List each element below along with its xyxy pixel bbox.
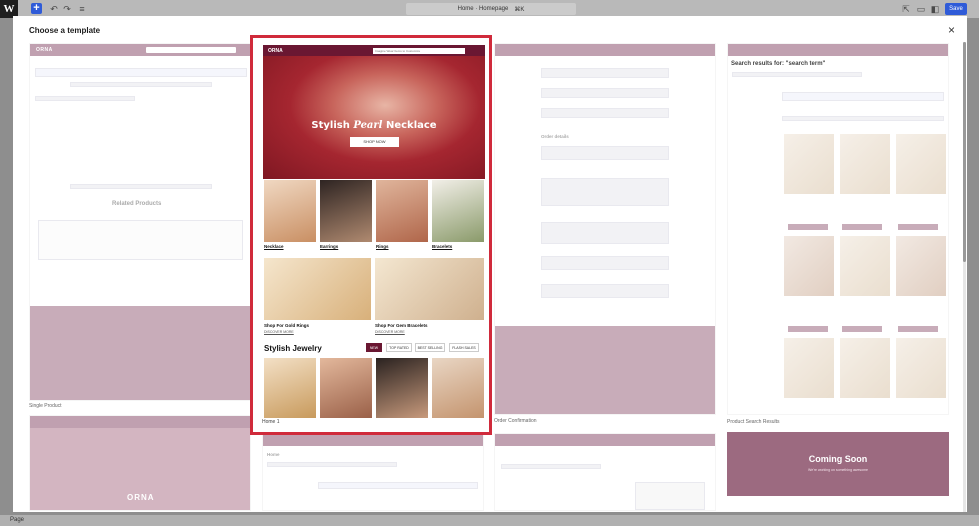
order-details-heading: Order details [541,134,569,139]
featured-search-input: Imagine Wear Items to Customize [373,48,465,54]
template-card-page-home[interactable]: Home [262,433,484,511]
save-button[interactable]: Save [945,3,967,15]
template-card-product-search[interactable] [727,43,949,415]
template-card-home-selected[interactable]: ORNA Imagine Wear Items to Customize Sty… [250,35,492,435]
shop-now-button: SHOP NOW [350,137,399,147]
template-label-single-product: Single Product [29,403,62,409]
jewelry-image-1 [264,358,316,418]
template-label-product-search: Product Search Results [727,419,780,425]
jewelry-image-2 [320,358,372,418]
gem-bracelets-image [375,258,484,320]
promo-gold-rings-title: Shop For Gold Rings [264,323,309,328]
template-label-home: Home 1 [262,419,280,425]
category-necklace: Necklace [264,244,284,249]
add-block-button[interactable]: + [31,3,42,14]
document-title: Home · Homepage [457,6,509,12]
category-bracelets: Bracelets [432,244,453,249]
category-earrings: Earrings [320,244,339,249]
orna-landing-logo: ORNA [127,493,155,502]
close-icon[interactable]: × [948,24,955,36]
list-view-icon[interactable]: ≡ [77,4,87,14]
promo-gold-rings-link: DISCOVER MORE [264,330,294,334]
command-shortcut: ⌘K [514,6,525,13]
template-label-order-confirmation: Order Confirmation [494,418,537,424]
hero-banner: Stylish Pearl Necklace SHOP NOW [263,56,485,179]
tab-flash-sales: FLASH SALES [449,343,479,352]
modal-title: Choose a template [29,26,101,35]
earrings-image [320,180,372,242]
related-products-heading: Related Products [112,201,162,207]
jewelry-image-4 [432,358,484,418]
page-home-title: Home [267,452,280,457]
necklace-image [264,180,316,242]
promo-gem-bracelets-title: Shop For Gem Bracelets [375,323,428,328]
settings-panel-icon[interactable]: ◧ [930,4,940,14]
scrollbar[interactable] [963,42,966,512]
category-rings: Rings [376,244,389,249]
hero-title: Stylish Pearl Necklace [311,120,437,131]
undo-icon[interactable]: ↶ [49,4,59,14]
stylish-jewelry-heading: Stylish Jewelry [264,344,322,353]
template-card-coming-soon[interactable]: Coming Soon We're working on something a… [727,432,949,496]
editor-status-bar: Page [0,515,979,526]
tab-best-selling: BEST SELLING [415,343,445,352]
template-card-single-product[interactable]: ORNA Related Products [29,43,251,401]
redo-icon[interactable]: ↷ [62,4,72,14]
template-logo: ORNA [36,47,53,53]
document-title-bar[interactable]: Home · Homepage ⌘K [406,3,576,15]
template-card-order-confirmation[interactable]: Order details [494,43,716,415]
featured-logo: ORNA [268,48,283,54]
promo-gem-bracelets-link: DISCOVER MORE [375,330,405,334]
tab-top-rated: TOP RATED [386,343,412,352]
bracelets-image [432,180,484,242]
tab-new: NEW [366,343,382,352]
template-card-checkout[interactable] [494,433,716,511]
search-results-heading: Search results for: "search term" [731,61,826,67]
gold-rings-image [264,258,371,320]
coming-soon-title: Coming Soon [808,454,868,464]
device-preview-icon[interactable]: ▭ [916,4,926,14]
coming-soon-subtitle: We're working on something awesome [808,468,868,472]
rings-image [376,180,428,242]
jewelry-image-3 [376,358,428,418]
external-view-icon[interactable]: ⇱ [901,4,911,14]
